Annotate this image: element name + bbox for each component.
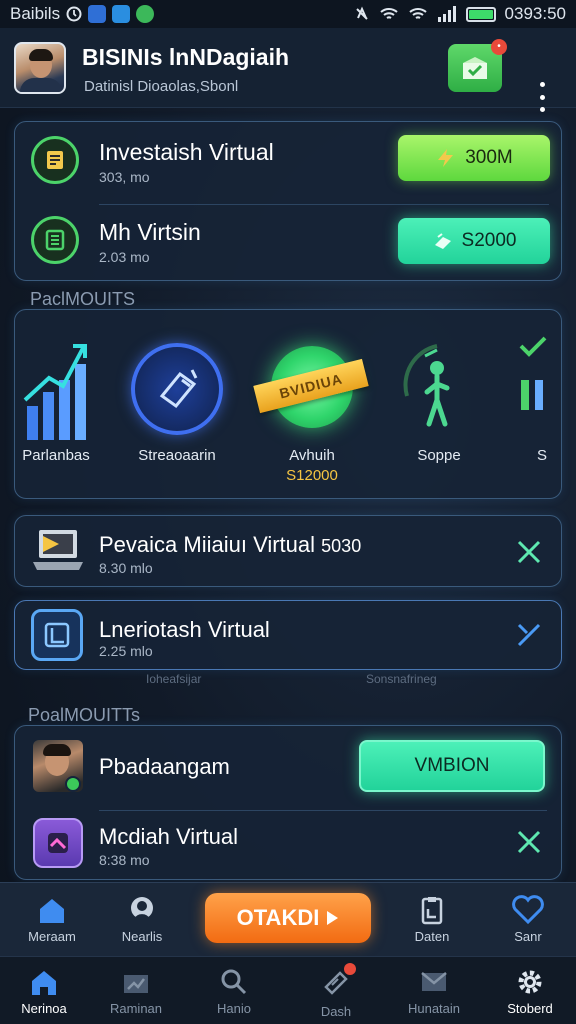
list-item-title: Lneriotash Virtual	[99, 617, 270, 642]
list-item-subtitle: 2.25 mlo	[99, 643, 153, 659]
home-icon	[40, 899, 64, 923]
online-indicator	[65, 776, 81, 792]
row-divider	[99, 204, 549, 205]
list-item[interactable]: Pevaica Miiaiuı Virtual 5030 8.30 mlo	[14, 515, 562, 587]
battery-icon	[465, 6, 496, 22]
promo-title: Mcdiah Virtual	[99, 824, 238, 849]
nav-item-mail[interactable]: Hunatain	[396, 967, 472, 1016]
investment-subtitle: 303, mo	[99, 169, 150, 185]
app-header: BISINIs lnNDagiaih Datinisl Dioaolas,Sbo…	[0, 28, 576, 112]
gear-icon	[518, 970, 542, 994]
signal-icon	[437, 6, 456, 22]
wallet-check-icon	[463, 57, 487, 79]
home-icon	[32, 971, 56, 995]
status-bar: Baibils 0393:50	[0, 0, 576, 28]
close-icon[interactable]	[515, 538, 543, 566]
bottom-navigation: Nerinoa Raminan Hanio Dash Hunatain Stob…	[0, 956, 576, 1024]
stream-tile-button[interactable]	[131, 343, 223, 435]
faint-label: Sonsnafrineg	[366, 672, 437, 686]
status-time: 0393:50	[504, 4, 566, 23]
tablet-icon	[31, 609, 83, 661]
mute-icon	[355, 6, 368, 20]
notification-badge	[344, 963, 356, 975]
faint-label: Ioheafsijar	[146, 672, 202, 686]
nav-item-settings[interactable]: Stoberd	[492, 967, 568, 1016]
ticket-icon	[320, 963, 356, 1000]
investment-amount-label: 300M	[465, 147, 513, 168]
wifi-icon	[379, 8, 398, 19]
nav-item-profile[interactable]: Nearlis	[108, 895, 176, 944]
media-icon	[33, 818, 83, 868]
section-heading: PoalMOUITTs	[28, 705, 141, 725]
promo-action-button[interactable]: VMBION	[359, 740, 545, 792]
nav-item-search[interactable]: Hanio	[196, 967, 272, 1016]
close-icon[interactable]	[515, 828, 543, 856]
tile-label: Parlanbas	[22, 447, 90, 464]
growth-chart-icon[interactable]	[21, 340, 91, 444]
timer-icon	[66, 6, 82, 22]
promo-card: Pbadaangam VMBION Mcdiah Virtual 8:38 mo	[14, 725, 562, 880]
virtual-amount-button[interactable]: S2000	[398, 218, 550, 264]
promo-subtitle: 8:38 mo	[99, 852, 150, 868]
play-icon	[327, 911, 339, 925]
nav-item-ranking[interactable]: Raminan	[98, 967, 174, 1016]
page-subtitle: Datinisl Dioaolas,Sbonl	[84, 78, 239, 95]
list-item[interactable]: Lneriotash Virtual 2.25 mlo	[14, 600, 562, 670]
avatar[interactable]	[14, 42, 66, 94]
tile-label: Soppe	[417, 447, 461, 464]
partial-tile-icon[interactable]	[515, 326, 555, 436]
nav-item-home[interactable]: Nerinoa	[6, 967, 82, 1016]
features-card: Parlanbas Streaoaarin BVIDIUA Avhuih S12…	[14, 309, 562, 499]
tile-label: Avhuih	[289, 447, 335, 464]
clipboard-icon	[421, 897, 443, 925]
page-title: BISINIs lnNDagiaih	[82, 44, 290, 70]
nav-item-home[interactable]: Meraam	[18, 895, 86, 944]
wifi-icon	[408, 8, 427, 19]
promo-title: Pbadaangam	[99, 754, 230, 779]
money-icon	[434, 233, 451, 249]
reward-value: S12000	[286, 467, 338, 484]
app-notification-icon	[88, 5, 107, 23]
section-heading: PaclMOUITS	[30, 289, 136, 309]
investments-card: Investaish Virtual 303, mo 300M Mh Virts…	[14, 121, 562, 281]
tile-label: Streaoaarin	[138, 447, 216, 464]
investment-title: Investaish Virtual	[99, 139, 274, 165]
play-button-label: OTAKDI	[236, 905, 320, 930]
investment-row-icon	[31, 136, 79, 184]
virtual-row-icon	[31, 216, 79, 264]
nav-item-data[interactable]: Daten	[398, 895, 466, 944]
list-item-title: Pevaica Miiaiuı Virtual 5030	[99, 532, 362, 557]
app-notification-icon	[112, 5, 131, 23]
nav-item-favorites[interactable]: Sanr	[494, 895, 562, 944]
nav-item-dash[interactable]: Dash	[298, 963, 374, 1019]
search-icon	[221, 969, 247, 995]
walking-person-icon[interactable]	[397, 338, 477, 442]
app-notification-icon	[136, 5, 155, 23]
chart-icon	[124, 975, 148, 993]
row-divider	[99, 810, 547, 811]
heart-icon	[512, 895, 544, 925]
virtual-amount-label: S2000	[461, 230, 517, 251]
mail-icon	[421, 972, 447, 991]
ticket-icon	[159, 369, 198, 409]
carrier-label: Baibils	[10, 4, 61, 23]
notification-badge: •	[491, 39, 507, 55]
virtual-title: Mh Virtsin	[99, 219, 201, 245]
investment-amount-button[interactable]: 300M	[398, 135, 550, 181]
chevron-icon[interactable]	[515, 621, 543, 649]
play-button[interactable]: OTAKDI	[205, 893, 371, 943]
more-options-icon[interactable]	[528, 80, 556, 114]
user-icon	[131, 897, 153, 919]
virtual-subtitle: 2.03 mo	[99, 249, 150, 265]
bolt-icon	[438, 149, 454, 167]
list-item-subtitle: 8.30 mlo	[99, 560, 153, 576]
tile-label: S	[536, 447, 547, 464]
laptop-icon	[29, 526, 87, 574]
wallet-button[interactable]: •	[448, 39, 507, 92]
